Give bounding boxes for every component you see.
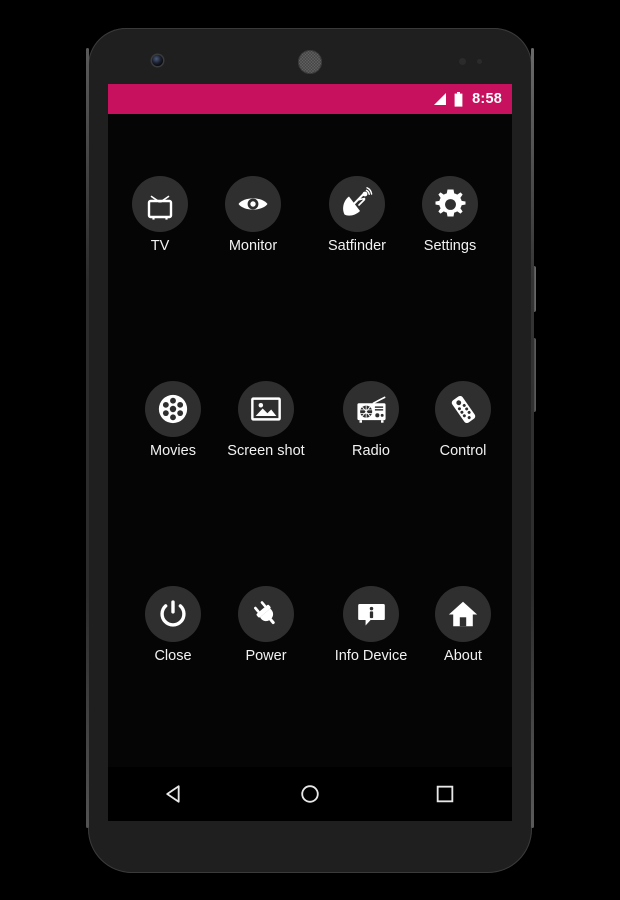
app-tile-satfinder[interactable]: Satfinder [308, 176, 406, 255]
app-tile-tv[interactable]: TV [111, 176, 209, 255]
home-icon [435, 586, 491, 642]
app-tile-label: Radio [352, 443, 390, 459]
info-bubble-icon [343, 586, 399, 642]
app-tile-label: Close [154, 648, 192, 664]
app-tile-monitor[interactable]: Monitor [204, 176, 302, 255]
film-reel-icon [145, 381, 201, 437]
phone-screen: 8:58 TV Monitor Satfinder Settings Movie… [108, 84, 512, 821]
app-tile-label: TV [150, 238, 170, 254]
icon-grid-row: Movies Screen shot Radio Control [108, 381, 512, 473]
app-tile-info-device[interactable]: Info Device [322, 586, 420, 665]
back-triangle-icon [166, 785, 180, 803]
status-bar-clock: 8:58 [472, 91, 502, 107]
app-tile-movies[interactable]: Movies [124, 381, 222, 460]
earpiece-speaker-icon [298, 50, 322, 74]
icon-grid-row: Close Power Info Device About [108, 586, 512, 678]
app-tile-label: Satfinder [327, 238, 387, 254]
app-tile-radio[interactable]: Radio [322, 381, 420, 460]
back-button[interactable] [108, 783, 243, 805]
eye-icon [225, 176, 281, 232]
gear-icon [422, 176, 478, 232]
volume-key[interactable] [532, 338, 536, 412]
android-navigation-bar [108, 767, 512, 821]
app-tile-label: Power [245, 648, 287, 664]
tv-icon [132, 176, 188, 232]
app-tile-control[interactable]: Control [414, 381, 512, 460]
phone-top-bezel [88, 28, 532, 84]
app-home-screen: TV Monitor Satfinder Settings Movies Scr… [108, 114, 512, 767]
home-button[interactable] [243, 783, 378, 805]
recents-square-icon [436, 785, 453, 803]
app-tile-screen-shot[interactable]: Screen shot [217, 381, 315, 460]
app-tile-label: Screen shot [227, 443, 305, 459]
home-circle-icon [301, 785, 319, 803]
image-icon [238, 381, 294, 437]
phone-device-frame: 8:58 TV Monitor Satfinder Settings Movie… [86, 28, 536, 873]
app-tile-label: Settings [423, 238, 477, 254]
plug-icon [238, 586, 294, 642]
app-tile-label: Control [439, 443, 487, 459]
satellite-dish-icon [329, 176, 385, 232]
status-bar: 8:58 [108, 84, 512, 114]
power-off-icon [145, 586, 201, 642]
status-bar-icons: 8:58 [432, 91, 502, 107]
front-camera-icon [152, 55, 163, 66]
app-tile-close[interactable]: Close [124, 586, 222, 665]
app-tile-label: About [444, 648, 482, 664]
remote-control-icon [435, 381, 491, 437]
recents-button[interactable] [377, 783, 512, 805]
ambient-light-sensor-icon [477, 59, 482, 64]
signal-icon [434, 92, 447, 105]
battery-icon [454, 91, 463, 107]
proximity-sensor-icon [459, 58, 466, 65]
app-tile-about[interactable]: About [414, 586, 512, 665]
power-key[interactable] [532, 266, 536, 312]
app-tile-settings[interactable]: Settings [401, 176, 499, 255]
app-tile-power[interactable]: Power [217, 586, 315, 665]
app-tile-label: Info Device [334, 648, 408, 664]
app-tile-label: Movies [150, 443, 196, 459]
radio-icon [343, 381, 399, 437]
app-tile-label: Monitor [228, 238, 278, 254]
icon-grid-row: TV Monitor Satfinder Settings [108, 176, 512, 268]
